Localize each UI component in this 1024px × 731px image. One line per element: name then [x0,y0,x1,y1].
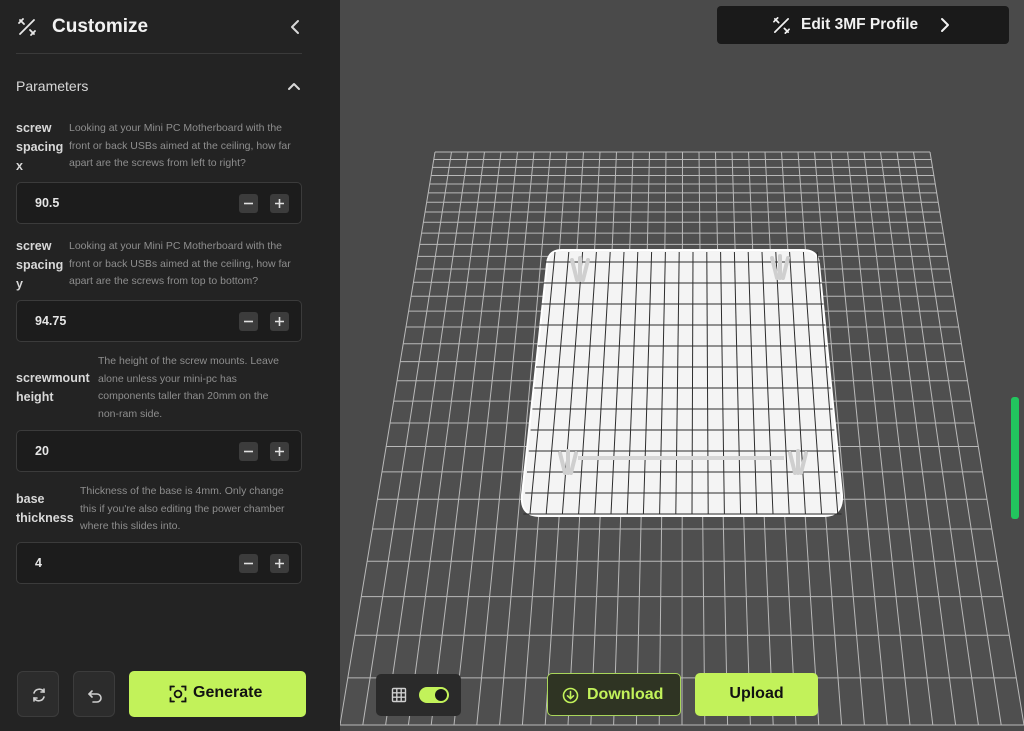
param-description-line: where this slides into. [80,520,181,532]
grid-visibility-toggle[interactable] [419,687,449,703]
undo-icon [88,690,102,703]
param-description-screw-spacing-x: Looking at your Mini PC Motherboard with… [69,120,291,173]
param-description-base-thickness: Thickness of the base is 4mm. Only chang… [80,483,285,536]
param-description-line: apart are the screws from top to bottom? [69,275,259,287]
minus-icon [244,202,253,205]
plus-icon [275,317,284,326]
screw-spacing-y-input[interactable]: 94.75 [16,300,302,342]
undo-button[interactable] [73,671,115,717]
param-label-line: x [16,159,23,173]
download-button[interactable]: Download [547,673,681,716]
build-plate-scene[interactable] [340,0,1024,731]
header-divider [16,53,302,54]
decrement-button[interactable] [239,312,258,331]
decrement-button[interactable] [239,554,258,573]
download-icon [562,687,579,704]
plus-icon [275,199,284,208]
decrement-button[interactable] [239,194,258,213]
param-description-line: components taller than 20mm on the [98,390,269,402]
generate-scan-icon [169,685,187,703]
param-description-line: alone unless your mini-pc has [98,372,237,385]
reset-button[interactable] [17,671,59,717]
param-description-line: non-ram side. [98,407,163,420]
screw-spacing-y-value[interactable]: 94.75 [35,314,66,328]
generate-button[interactable]: Generate [129,671,306,717]
collapse-sidebar-chevron-icon[interactable] [285,16,305,38]
param-label-line: y [16,277,23,291]
generate-label: Generate [193,684,263,701]
parameters-section-toggle[interactable]: Parameters [16,76,302,98]
param-description-line: front or back USBs aimed at the ceiling,… [69,257,291,270]
param-label-line: spacing [16,140,64,154]
increment-button[interactable] [270,442,289,461]
parameters-section-title: Parameters [16,78,89,94]
base-thickness-value[interactable]: 4 [35,556,42,570]
screw-spacing-x-value[interactable]: 90.5 [35,196,59,210]
upload-button[interactable]: Upload [695,673,818,716]
param-label-line: height [16,390,54,404]
param-description-line: The height of the screw mounts. Leave [98,355,279,367]
param-label-line: spacing [16,258,64,272]
param-description-screwmount-height: The height of the screw mounts. Leave al… [98,353,279,423]
edit-3mf-profile-button[interactable]: Edit 3MF Profile [717,6,1009,44]
decrement-button[interactable] [239,442,258,461]
refresh-icon [33,688,45,702]
mini-pc-mount-plate [520,249,844,517]
param-description-screw-spacing-y: Looking at your Mini PC Motherboard with… [69,238,291,291]
param-description-line: Thickness of the base is 4mm. Only chang… [80,485,284,497]
increment-button[interactable] [270,194,289,213]
customize-tools-icon [773,17,790,34]
customize-sidebar: Customize Parameters screw spacing x Loo… [0,0,340,731]
param-label-line: screwmount [16,371,90,385]
screw-spacing-x-input[interactable]: 90.5 [16,182,302,224]
plate-inner-rail [578,456,784,460]
customize-tools-icon [18,18,36,36]
increment-button[interactable] [270,554,289,573]
minus-icon [244,320,253,323]
param-description-line: apart are the screws from left to right? [69,157,246,169]
param-description-line: Looking at your Mini PC Motherboard with… [69,122,283,134]
screwmount-height-value[interactable]: 20 [35,444,49,458]
chevron-up-icon [288,83,300,90]
upload-label: Upload [729,685,784,702]
sidebar-title: Customize [52,16,149,37]
param-label-screw-spacing-y: screw spacing y [16,237,63,294]
param-label-screwmount-height: screwmount height [16,369,90,407]
param-description-line: this if you're also editing the power ch… [80,502,285,515]
edit-3mf-profile-label: Edit 3MF Profile [801,16,919,33]
param-label-screw-spacing-x: screw spacing x [16,119,63,176]
param-label-line: screw [16,121,52,135]
grid-icon[interactable] [391,687,407,703]
3d-viewport[interactable]: Edit 3MF Profile Download Upload [340,0,1024,731]
increment-button[interactable] [270,312,289,331]
param-label-base-thickness: base thickness [16,490,74,528]
base-thickness-input[interactable]: 4 [16,542,302,584]
screwmount-height-input[interactable]: 20 [16,430,302,472]
toggle-knob [435,689,447,701]
param-description-line: front or back USBs aimed at the ceiling,… [69,139,291,152]
download-label: Download [587,686,664,703]
param-description-line: Looking at your Mini PC Motherboard with… [69,240,283,252]
chevron-right-icon [941,18,949,32]
sidebar-header: Customize [0,0,340,54]
plus-icon [275,447,284,456]
minus-icon [244,562,253,565]
view-toggle-group [376,674,461,716]
param-label-line: thickness [16,511,74,525]
minus-icon [244,450,253,453]
scroll-indicator[interactable] [1011,397,1019,519]
param-label-line: base [16,492,45,506]
param-label-line: screw [16,239,52,253]
plus-icon [275,559,284,568]
